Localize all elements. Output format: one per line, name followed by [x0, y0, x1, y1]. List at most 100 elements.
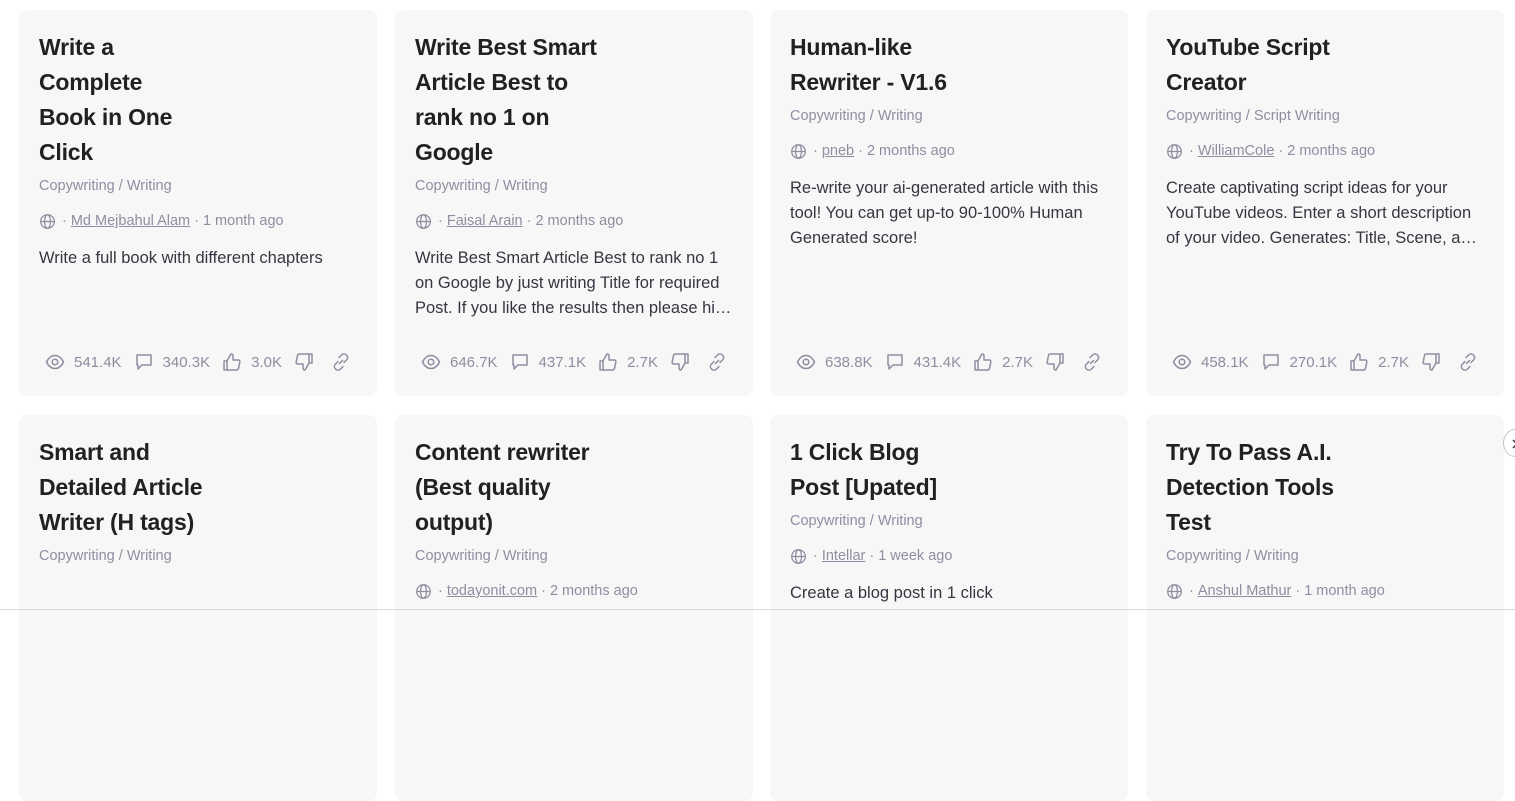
author-link[interactable]: Faisal Arain [447, 211, 523, 231]
dislike-button[interactable] [670, 352, 699, 372]
prompt-card[interactable]: YouTube Script Creator Copywriting / Scr… [1146, 10, 1504, 396]
card-meta: · todayonit.com · 2 months ago [415, 581, 733, 601]
prompt-card[interactable]: Write Best Smart Article Best to rank no… [395, 10, 753, 396]
eye-icon [45, 354, 65, 370]
card-time: 2 months ago [1287, 143, 1376, 159]
like-button[interactable]: 3.0K [222, 352, 294, 372]
eye-icon [1172, 354, 1192, 370]
card-title[interactable]: YouTube Script Creator [1166, 30, 1356, 100]
globe-icon [1167, 143, 1182, 159]
globe-icon [40, 213, 55, 229]
card-title[interactable]: Try To Pass A.I. Detection Tools Test [1166, 435, 1346, 540]
link-icon [1084, 353, 1100, 371]
comments-count: 431.4K [913, 353, 962, 371]
card-title[interactable]: Human-like Rewriter - V1.6 [790, 30, 980, 100]
scroll-right-button[interactable] [1503, 429, 1515, 457]
meta-separator: · [438, 583, 443, 599]
author-link[interactable]: pneb [822, 141, 854, 161]
likes-count: 2.7K [1378, 353, 1409, 371]
thumbs-up-icon [223, 353, 241, 371]
globe-icon [1167, 583, 1182, 599]
comments-count: 270.1K [1289, 353, 1338, 371]
thumbs-down-icon [1422, 353, 1440, 371]
card-description: Write a full book with different chapter… [39, 249, 323, 267]
chevron-right-icon [1512, 439, 1515, 449]
comment-icon [886, 354, 903, 370]
meta-separator: · [1295, 583, 1301, 599]
author-link[interactable]: todayonit.com [447, 581, 537, 601]
meta-separator: · [1189, 143, 1194, 159]
card-description: Create a blog post in 1 click [790, 584, 993, 602]
likes-count: 2.7K [627, 353, 658, 371]
like-button[interactable]: 2.7K [598, 352, 670, 372]
eye-icon [421, 354, 441, 370]
card-title[interactable]: Write Best Smart Article Best to rank no… [415, 30, 605, 170]
card-title[interactable]: 1 Click Blog Post [Upated] [790, 435, 955, 505]
prompt-card[interactable]: Try To Pass A.I. Detection Tools Test Co… [1146, 415, 1504, 801]
card-title[interactable]: Content rewriter (Best quality output) [415, 435, 595, 540]
meta-separator: · [62, 213, 67, 229]
prompt-card[interactable]: Content rewriter (Best quality output) C… [395, 415, 753, 801]
card-title[interactable]: Write a Complete Book in One Click [39, 30, 199, 170]
card-time: 1 week ago [878, 548, 953, 564]
like-button[interactable]: 2.7K [973, 352, 1045, 372]
comment-icon [511, 354, 528, 370]
author-link[interactable]: WilliamCole [1198, 141, 1275, 161]
card-description: Create captivating script ideas for your… [1166, 179, 1479, 247]
meta-separator: · [813, 143, 818, 159]
card-category: Copywriting / Script Writing [1166, 108, 1340, 124]
copy-link-button[interactable] [1082, 352, 1111, 372]
dislike-button[interactable] [294, 352, 323, 372]
copy-link-button[interactable] [1458, 352, 1487, 372]
copy-link-button[interactable] [707, 352, 736, 372]
card-stats: 638.8K 431.4K 2.7K [796, 350, 1111, 374]
meta-separator: · [858, 143, 863, 159]
author-link[interactable]: Md Mejbahul Alam [71, 211, 190, 231]
meta-separator: · [813, 548, 818, 564]
meta-separator: · [869, 548, 875, 564]
card-time: 1 month ago [1304, 583, 1385, 599]
eye-icon [796, 354, 816, 370]
likes-count: 3.0K [251, 353, 282, 371]
card-category: Copywriting / Writing [790, 513, 923, 529]
views-count: 541.4K [74, 353, 122, 371]
dislike-button[interactable] [1421, 352, 1450, 372]
card-description: Re-write your ai-generated article with … [790, 179, 1099, 247]
card-description: Write Best Smart Article Best to rank no… [415, 249, 720, 317]
author-link[interactable]: Intellar [822, 546, 866, 566]
card-stats: 541.4K 340.3K 3.0K [45, 350, 360, 374]
card-title[interactable]: Smart and Detailed Article Writer (H tag… [39, 435, 209, 540]
prompt-grid: Write a Complete Book in One Click Copyw… [0, 0, 1515, 801]
prompt-card[interactable]: Write a Complete Book in One Click Copyw… [19, 10, 377, 396]
card-meta: · Faisal Arain · 2 months ago [415, 211, 733, 231]
meta-separator: · [1189, 583, 1194, 599]
prompt-card[interactable]: Human-like Rewriter - V1.6 Copywriting /… [770, 10, 1128, 396]
card-time: 2 months ago [866, 143, 955, 159]
card-category: Copywriting / Writing [415, 178, 548, 194]
card-stats: 646.7K 437.1K 2.7K [421, 350, 736, 374]
card-meta: · Intellar · 1 week ago [790, 546, 1108, 566]
globe-icon [791, 548, 806, 564]
prompt-card[interactable]: 1 Click Blog Post [Upated] Copywriting /… [770, 415, 1128, 801]
meta-separator: · [1278, 143, 1284, 159]
globe-icon [791, 143, 806, 159]
like-button[interactable]: 2.7K [1349, 352, 1421, 372]
views-count: 646.7K [450, 353, 498, 371]
thumbs-up-icon [1350, 353, 1368, 371]
dislike-button[interactable] [1045, 352, 1074, 372]
card-meta: · Anshul Mathur · 1 month ago [1166, 581, 1484, 601]
views-count: 638.8K [825, 353, 873, 371]
link-icon [1460, 353, 1476, 371]
author-link[interactable]: Anshul Mathur [1198, 581, 1292, 601]
comments-count: 437.1K [538, 353, 587, 371]
copy-link-button[interactable] [331, 352, 360, 372]
card-time: 2 months ago [549, 583, 638, 599]
prompt-card[interactable]: Smart and Detailed Article Writer (H tag… [19, 415, 377, 801]
thumbs-down-icon [295, 353, 313, 371]
comment-icon [1262, 354, 1279, 370]
meta-separator: · [438, 213, 443, 229]
meta-separator: · [194, 213, 199, 229]
card-category: Copywriting / Writing [790, 108, 923, 124]
likes-count: 2.7K [1002, 353, 1033, 371]
card-meta: · WilliamCole · 2 months ago [1166, 141, 1484, 161]
